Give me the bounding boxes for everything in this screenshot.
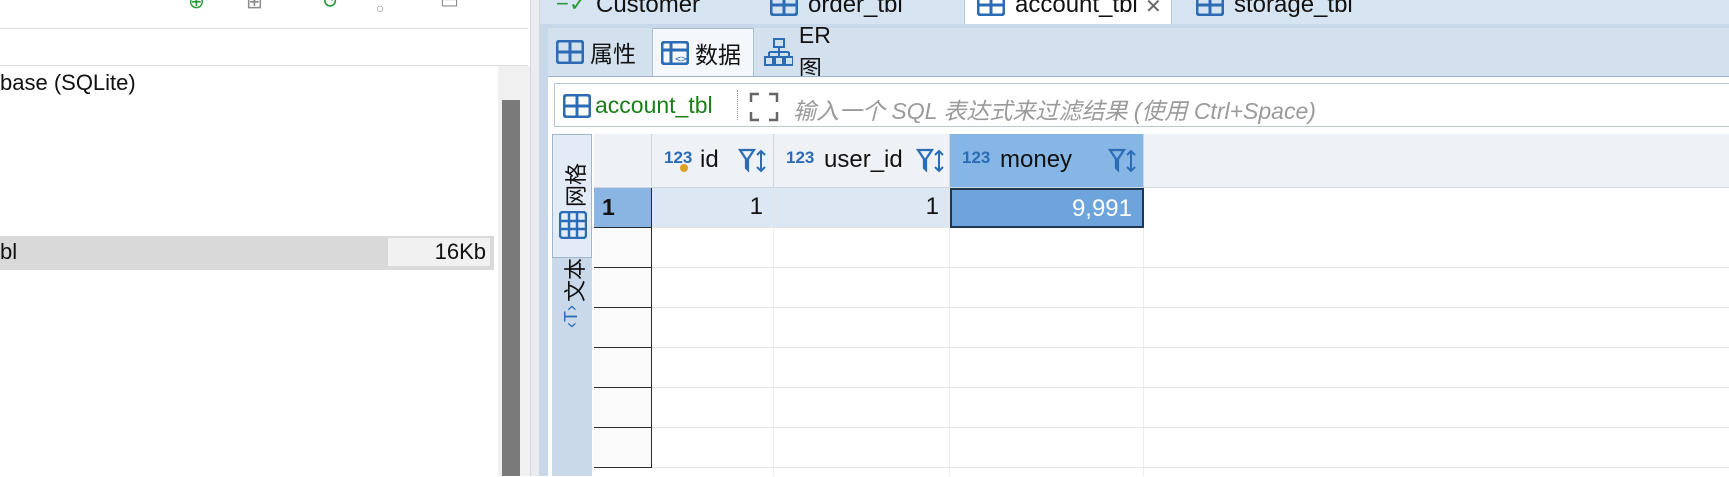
tree-table-size: 16Kb: [388, 238, 490, 266]
table-cell-id[interactable]: 1: [652, 188, 774, 228]
editor-tab-account-tbl[interactable]: account_tbl ✕: [964, 0, 1172, 24]
navigator-toolbar: ⊕ ⊞ ↺ ○ ▭: [0, 0, 530, 28]
column-divider: [773, 228, 774, 476]
data-icon: <>: [661, 40, 689, 65]
view-tab-label: 网格: [564, 162, 589, 207]
filter-sort-icon[interactable]: [1108, 148, 1138, 174]
header-filler: [1144, 134, 1729, 188]
close-tab-icon[interactable]: ✕: [1145, 0, 1162, 19]
row-number-label: 1: [602, 194, 615, 220]
tab-label: 属性: [590, 41, 636, 67]
row-number-empty: [594, 428, 652, 468]
divider: [737, 90, 738, 120]
column-name: user_id: [824, 146, 903, 173]
result-filter-bar: account_tbl 输入一个 SQL 表达式来过滤结果 (使用 Ctrl+S…: [554, 83, 1729, 127]
minimize-icon[interactable]: ▭: [440, 0, 459, 12]
sub-tab-bar: 属性 <> 数据 ER 图: [548, 22, 1729, 81]
column-name: money: [1000, 146, 1073, 173]
editor-tab-customer[interactable]: −✓ Customer: [550, 0, 750, 24]
empty-row: [652, 268, 1729, 308]
link-icon[interactable]: ○: [376, 0, 384, 18]
empty-row: [652, 428, 1729, 468]
column-type-label: 123: [786, 148, 815, 167]
editor-tab-label: storage_tbl: [1234, 0, 1353, 18]
filter-sort-icon[interactable]: [738, 148, 768, 174]
tab-er-diagram[interactable]: ER 图: [756, 22, 866, 81]
check-icon: −✓: [556, 0, 588, 16]
view-tab-text[interactable]: 文本 ‹T›: [552, 258, 592, 386]
column-divider: [1143, 228, 1144, 476]
editor-tab-bar: −✓ Customer order_tbl account_tbl ✕ stor…: [540, 0, 1729, 24]
column-divider: [949, 228, 950, 476]
empty-row: [652, 308, 1729, 348]
table-cell-money[interactable]: 9,991: [950, 188, 1144, 228]
column-header-money[interactable]: 123 money: [950, 134, 1144, 188]
editor-tab-label: order_tbl: [808, 0, 903, 18]
row-number-empty: [594, 268, 652, 308]
tree-table-name: bl: [0, 239, 18, 264]
filter-sort-icon[interactable]: [916, 148, 946, 174]
column-type-label: 123: [664, 148, 693, 167]
tree-table-node-selected[interactable]: bl 16Kb: [0, 236, 494, 270]
table-cell-user-id[interactable]: 1: [774, 188, 950, 228]
column-header-id[interactable]: 123 id: [652, 134, 774, 188]
view-mode-bar: 网格 文本 ‹T›: [552, 134, 592, 476]
filter-table-name[interactable]: account_tbl: [595, 92, 713, 119]
tab-data[interactable]: <> 数据: [652, 28, 754, 76]
expand-icon[interactable]: [749, 92, 779, 122]
editor-tab-order-tbl[interactable]: order_tbl: [760, 0, 930, 24]
navigator-scrollbar-thumb[interactable]: [502, 100, 520, 476]
tree-database-node[interactable]: base (SQLite): [0, 70, 136, 96]
empty-row: [652, 388, 1729, 428]
key-icon: [680, 164, 688, 172]
row-number-empty: [594, 388, 652, 428]
navigator-filter-input[interactable]: [0, 28, 528, 66]
table-icon: [770, 0, 798, 16]
editor-tab-label: account_tbl: [1015, 0, 1138, 18]
svg-text:<>: <>: [675, 54, 687, 65]
column-type-label: 123: [962, 148, 991, 167]
er-diagram-icon: [764, 38, 793, 66]
data-grid: 123 id 123 user_id 123 money 1 1 1 9,991: [594, 134, 1729, 476]
table-icon: [1196, 0, 1224, 16]
properties-icon: [556, 40, 584, 64]
editor-tab-storage-tbl[interactable]: storage_tbl: [1192, 0, 1392, 24]
column-header-user-id[interactable]: 123 user_id: [774, 134, 950, 188]
text-icon: ‹T›: [560, 305, 581, 328]
view-tab-grid[interactable]: 网格: [552, 134, 592, 258]
tab-label: 数据: [695, 41, 741, 68]
sql-filter-input[interactable]: 输入一个 SQL 表达式来过滤结果 (使用 Ctrl+Space): [793, 92, 1316, 126]
empty-row: [652, 348, 1729, 388]
tab-properties[interactable]: 属性: [548, 28, 648, 76]
panel-splitter[interactable]: [530, 0, 540, 476]
grid-icon: [559, 211, 587, 239]
add-folder-icon[interactable]: ⊞: [246, 0, 263, 12]
editor-tab-label: Customer: [596, 0, 701, 18]
grid-corner[interactable]: [594, 134, 652, 188]
refresh-icon[interactable]: ↺: [322, 0, 339, 12]
empty-row: [652, 228, 1729, 268]
view-tab-label: 文本: [563, 257, 588, 302]
table-icon: [563, 94, 591, 118]
row-number-empty: [594, 228, 652, 268]
row-number[interactable]: 1: [594, 188, 652, 228]
add-connection-icon[interactable]: ⊕: [188, 0, 205, 12]
table-icon: [977, 0, 1005, 16]
row-number-empty: [594, 308, 652, 348]
row-number-empty: [594, 348, 652, 388]
tab-label: ER 图: [798, 21, 831, 81]
column-name: id: [700, 146, 719, 173]
